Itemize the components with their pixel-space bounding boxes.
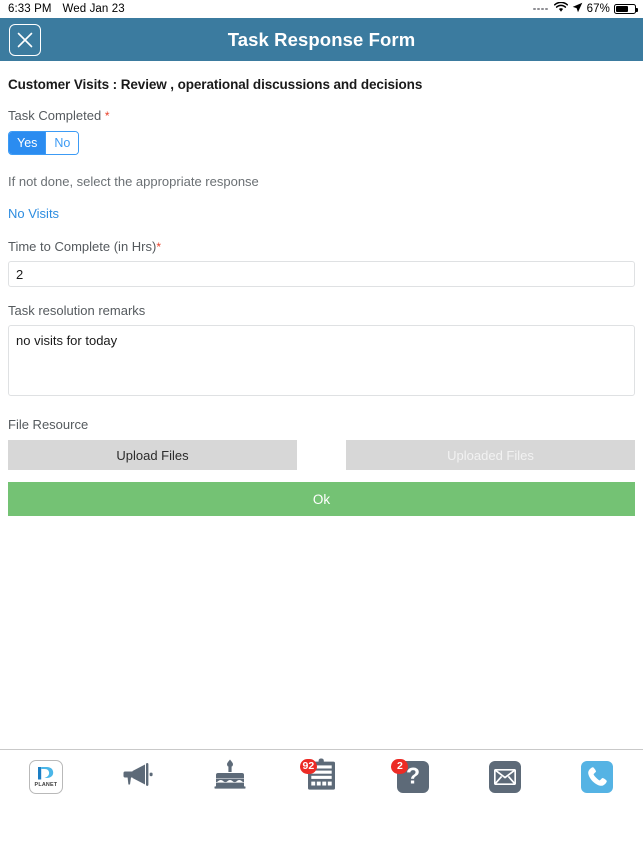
- tab-tasks[interactable]: 92: [276, 750, 368, 804]
- tab-planet-home[interactable]: PLANET: [0, 750, 92, 804]
- svg-text:?: ?: [406, 765, 420, 789]
- status-time: 6:33 PM: [8, 3, 52, 15]
- form-body: Customer Visits : Review , operational d…: [0, 61, 643, 803]
- task-subject: Customer Visits : Review , operational d…: [8, 77, 423, 92]
- task-completed-toggle[interactable]: Yes No: [8, 131, 80, 155]
- task-completed-label-text: Task Completed: [8, 108, 102, 123]
- battery-icon: [614, 3, 638, 15]
- help-badge: 2: [391, 758, 409, 774]
- uploaded-files-button[interactable]: Uploaded Files: [346, 440, 635, 470]
- required-asterisk: *: [156, 240, 161, 254]
- remarks-textarea[interactable]: [8, 325, 635, 396]
- tab-birthdays[interactable]: [184, 750, 276, 804]
- time-to-complete-label-text: Time to Complete (in Hrs): [8, 239, 157, 254]
- megaphone-icon: [123, 761, 153, 792]
- tab-mail[interactable]: [459, 750, 551, 804]
- task-completed-no-option[interactable]: No: [45, 132, 79, 154]
- battery-percent: 67%: [586, 3, 610, 15]
- bottom-tab-bar: PLANET 92 2 ?: [0, 749, 643, 803]
- file-resource-label: File Resource: [8, 417, 89, 432]
- birthday-cake-icon: [214, 759, 246, 794]
- phone-icon: [581, 760, 614, 793]
- planet-logo-icon: PLANET: [28, 759, 63, 794]
- ok-submit-button[interactable]: Ok: [8, 482, 635, 516]
- remarks-label: Task resolution remarks: [8, 303, 146, 318]
- tasks-badge: 92: [299, 758, 318, 774]
- response-hint-text: If not done, select the appropriate resp…: [8, 174, 259, 189]
- upload-files-button[interactable]: Upload Files: [8, 440, 297, 470]
- wifi-icon: [553, 1, 568, 16]
- tab-call[interactable]: [551, 750, 643, 804]
- planet-logo-word: PLANET: [34, 782, 58, 788]
- app-header: Task Response Form: [0, 18, 643, 61]
- status-indicators: 67%: [533, 1, 638, 16]
- time-to-complete-input[interactable]: 2: [8, 261, 635, 287]
- status-date: Wed Jan 23: [62, 3, 125, 15]
- location-arrow-icon: [572, 2, 583, 16]
- time-to-complete-label: Time to Complete (in Hrs)*: [8, 239, 635, 254]
- close-x-icon[interactable]: [9, 23, 41, 56]
- signal-dots-icon: [533, 7, 548, 11]
- file-buttons-spacer: [297, 440, 346, 470]
- file-buttons-row: Upload Files Uploaded Files: [8, 440, 635, 470]
- ios-status-bar: 6:33 PM Wed Jan 23 67%: [0, 0, 643, 18]
- tab-help[interactable]: 2 ?: [367, 750, 459, 804]
- no-visits-link[interactable]: No Visits: [8, 206, 59, 221]
- required-asterisk: *: [104, 109, 110, 123]
- tab-announcements[interactable]: [92, 750, 184, 804]
- task-completed-yes-option[interactable]: Yes: [9, 132, 46, 154]
- page-title: Task Response Form: [227, 28, 416, 50]
- envelope-icon: [489, 760, 522, 793]
- task-completed-label: Task Completed *: [8, 108, 635, 123]
